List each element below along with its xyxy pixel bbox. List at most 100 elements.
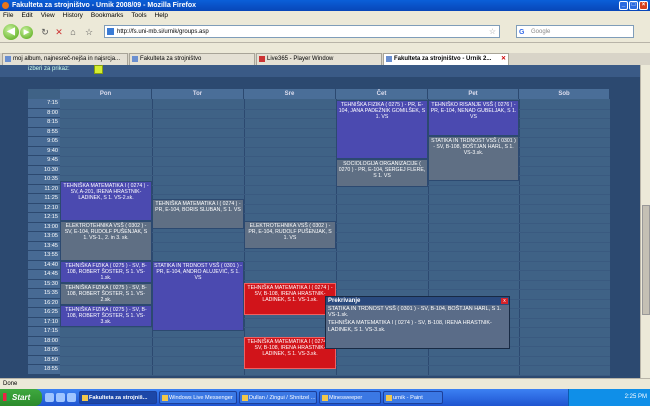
forward-button[interactable]: ▶ xyxy=(20,26,33,39)
row-line xyxy=(60,137,610,139)
tab-live365[interactable]: Live365 - Player Window xyxy=(256,53,382,65)
popup-title: Prekrivanje xyxy=(326,297,509,305)
bookmark-icon[interactable]: ☆ xyxy=(84,27,94,37)
vertical-scrollbar[interactable] xyxy=(640,65,650,378)
reload-icon[interactable]: ↻ xyxy=(40,27,50,37)
taskbar: Start Fakulteta za strojniš... Windows L… xyxy=(0,389,650,406)
time-label: 14:45 xyxy=(28,270,60,280)
time-label: 8:55 xyxy=(28,127,60,138)
event-pon-fizika-3[interactable]: TEHNIŠKA FIZIKA ( 0275 ) - SV, B-108, RO… xyxy=(60,305,152,327)
maximize-button[interactable]: □ xyxy=(629,1,638,10)
taskbar-app-icon xyxy=(322,395,328,401)
row-line xyxy=(60,175,610,177)
site-favicon-icon xyxy=(107,28,114,35)
tab-favicon-icon xyxy=(259,56,265,62)
taskbar-item-chat[interactable]: Dullan / Zingui / Shnitzel ... xyxy=(239,391,317,404)
row-line xyxy=(60,375,610,376)
menu-tools[interactable]: Tools xyxy=(131,11,146,21)
clock: 2:25 PM xyxy=(624,394,647,400)
show-desktop-icon[interactable] xyxy=(45,393,54,402)
event-pet-statika[interactable]: STATIKA IN TRDNOST VSŠ ( 0301 ) - SV, B-… xyxy=(428,136,519,181)
row-line xyxy=(60,165,610,167)
start-button[interactable]: Start xyxy=(0,389,42,406)
time-label: 8:00 xyxy=(28,108,60,119)
minimize-button[interactable]: _ xyxy=(619,1,628,10)
taskbar-app-icon xyxy=(82,395,88,401)
menu-help[interactable]: Help xyxy=(155,11,168,21)
tab-album[interactable]: moj album, najnesreč-nejša in najsrcja..… xyxy=(2,53,128,65)
event-pet-risanje[interactable]: TEHNIŠKO RISANJE VSŠ ( 0276 ) - PR, E-10… xyxy=(428,100,519,136)
event-sre-elektrotehnika[interactable]: ELEKTROTEHNIKA VSŠ ( 0302 ) - PR, E-104,… xyxy=(244,221,336,249)
menu-view[interactable]: View xyxy=(41,11,55,21)
time-label: 11:20 xyxy=(28,184,60,195)
menu-history[interactable]: History xyxy=(63,11,83,21)
event-sre-matematika-2[interactable]: TEHNIŠKA MATEMATIKA I ( 0274 ) - SV, B-1… xyxy=(244,337,336,369)
time-label: 17:15 xyxy=(28,327,60,337)
back-button[interactable]: ◀ xyxy=(3,24,19,40)
time-label: 11:25 xyxy=(28,194,60,204)
time-label: 10:35 xyxy=(28,175,60,185)
event-tor-statika[interactable]: STATIKA IN TRDNOST VSŠ ( 0301 ) - PR, E-… xyxy=(152,261,244,331)
tab-favicon-icon xyxy=(5,56,11,62)
tab-close-icon[interactable]: ✕ xyxy=(501,54,506,65)
taskbar-item-firefox[interactable]: Fakulteta za strojniš... xyxy=(79,391,157,404)
time-label: 15:35 xyxy=(28,289,60,299)
time-label: 18:55 xyxy=(28,365,60,375)
tab-label: moj album, najnesreč-nejša in najsrcja..… xyxy=(13,56,121,62)
event-sre-matematika-1[interactable]: TEHNIŠKA MATEMATIKA I ( 0274 ) - SV, B-1… xyxy=(244,283,336,315)
time-label: 12:15 xyxy=(28,213,60,223)
taskbar-item-label: urnik - Paint xyxy=(393,395,423,401)
column-divider xyxy=(519,99,520,375)
url-bar[interactable]: http://fs.uni-mb.si/urnik/groups.asp ☆ xyxy=(104,25,500,38)
popup-close-icon[interactable]: x xyxy=(501,298,508,304)
bookmarks-toolbar xyxy=(0,43,650,53)
event-pon-fizika-2[interactable]: TEHNIŠKA FIZIKA ( 0275 ) - SV, B-108, RO… xyxy=(60,283,152,305)
star-icon[interactable]: ☆ xyxy=(489,26,496,38)
scrollbar-thumb[interactable] xyxy=(642,205,650,315)
menu-bookmarks[interactable]: Bookmarks xyxy=(91,11,124,21)
page-content: izberi za prikaz: Pon Tor Sre Čet Pet So… xyxy=(0,65,640,378)
taskbar-item-label: Windows Live Messenger xyxy=(169,395,233,401)
taskbar-app-icon xyxy=(242,395,248,401)
stop-icon[interactable]: ✕ xyxy=(54,27,64,37)
filter-strip: izberi za prikaz: xyxy=(0,65,640,77)
browser-launch-icon[interactable] xyxy=(56,393,65,402)
popup-line-2: TEHNIŠKA MATEMATIKA I ( 0274 ) - SV, B-1… xyxy=(328,320,492,333)
event-cet-sociologija[interactable]: SOCIOLOGIJA ORGANIZACIJE ( 0270 ) - PR, … xyxy=(336,159,428,187)
time-label: 14:40 xyxy=(28,260,60,271)
close-button[interactable]: × xyxy=(639,1,648,10)
time-label: 8:15 xyxy=(28,118,60,128)
event-pon-matematika[interactable]: TEHNIŠKA MATEMATIKA I ( 0274 ) - SV, A-2… xyxy=(60,181,152,221)
url-text: http://fs.uni-mb.si/urnik/groups.asp xyxy=(117,29,209,35)
magnifier-icon[interactable] xyxy=(94,65,103,74)
day-header-pet: Pet xyxy=(428,89,519,99)
time-label: 16:25 xyxy=(28,308,60,318)
taskbar-item-label: Minesweeper xyxy=(329,395,363,401)
event-cet-fizika[interactable]: TEHNIŠKA FIZIKA ( 0275 ) - PR, E-104, JA… xyxy=(336,100,428,159)
time-label: 16:20 xyxy=(28,298,60,309)
event-pon-fizika-1[interactable]: TEHNIŠKA FIZIKA ( 0275 ) - SV, B-108, RO… xyxy=(60,261,152,283)
time-label: 9:45 xyxy=(28,156,60,166)
row-line xyxy=(60,108,610,110)
tab-fakulteta[interactable]: Fakulteta za strojništvo xyxy=(129,53,255,65)
window-title: Fakulteta za strojništvo - Urnik 2008/09… xyxy=(12,2,196,9)
row-line xyxy=(60,127,610,129)
tab-urnik[interactable]: Fakulteta za strojništvo - Urnik 2... ✕ xyxy=(383,53,509,65)
quick-launch xyxy=(45,393,76,402)
navigation-toolbar: ◀ ▶ ↻ ✕ ⌂ ☆ http://fs.uni-mb.si/urnik/gr… xyxy=(0,21,650,43)
time-label: 13:55 xyxy=(28,251,60,261)
menu-edit[interactable]: Edit xyxy=(21,11,32,21)
home-icon[interactable]: ⌂ xyxy=(68,27,78,37)
event-tor-matematika[interactable]: TEHNIŠKA MATEMATIKA I ( 0274 ) - PR, E-1… xyxy=(152,199,244,229)
menu-file[interactable]: File xyxy=(3,11,13,21)
taskbar-item-minesweeper[interactable]: Minesweeper xyxy=(319,391,381,404)
search-input[interactable]: G Google xyxy=(516,25,634,38)
taskbar-item-paint[interactable]: urnik - Paint xyxy=(383,391,443,404)
day-header-sob: Sob xyxy=(519,89,610,99)
search-placeholder: Google xyxy=(531,29,551,35)
event-pon-elektrotehnika[interactable]: ELEKTROTEHNIKA VSŠ ( 0302 ) - SV, E-104,… xyxy=(60,221,152,261)
taskbar-item-messenger[interactable]: Windows Live Messenger xyxy=(159,391,237,404)
media-launch-icon[interactable] xyxy=(67,393,76,402)
window-titlebar: Fakulteta za strojništvo - Urnik 2008/09… xyxy=(0,0,650,11)
windows-logo-icon xyxy=(3,393,10,401)
